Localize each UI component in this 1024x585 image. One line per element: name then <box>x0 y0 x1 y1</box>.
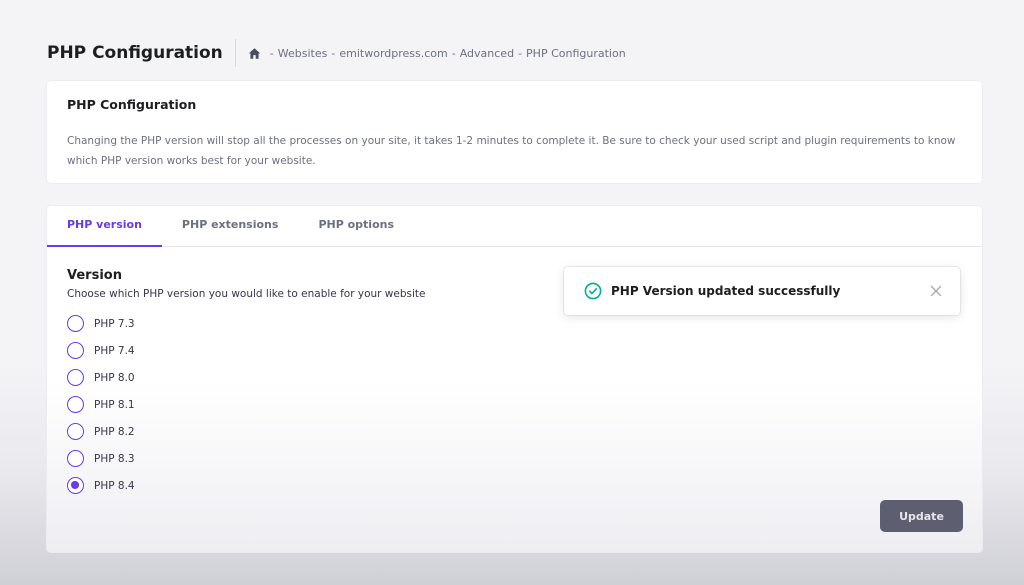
info-card-text: Changing the PHP version will stop all t… <box>67 135 956 167</box>
radio-label: PHP 8.2 <box>94 425 135 438</box>
update-button[interactable]: Update <box>880 500 963 532</box>
radio-label: PHP 7.3 <box>94 317 135 330</box>
radio-option-php-8-1[interactable]: PHP 8.1 <box>67 391 135 418</box>
info-card: PHP Configuration Changing the PHP versi… <box>47 81 982 183</box>
radio-option-php-8-4[interactable]: PHP 8.4 <box>67 472 135 499</box>
breadcrumb-item-advanced[interactable]: Advanced <box>460 47 514 60</box>
radio-label: PHP 8.4 <box>94 479 135 492</box>
check-circle-icon <box>584 282 602 300</box>
home-icon[interactable] <box>248 47 261 60</box>
radio-option-php-8-0[interactable]: PHP 8.0 <box>67 364 135 391</box>
breadcrumb-separator: - <box>451 46 456 60</box>
php-settings-card: PHP version PHP extensions PHP options V… <box>47 206 982 552</box>
header-divider <box>234 39 236 67</box>
page-title: PHP Configuration <box>47 43 223 63</box>
radio-option-php-8-3[interactable]: PHP 8.3 <box>67 445 135 472</box>
radio-button[interactable] <box>67 315 84 332</box>
success-toast: PHP Version updated successfully <box>564 267 960 315</box>
radio-option-php-8-2[interactable]: PHP 8.2 <box>67 418 135 445</box>
breadcrumb: - Websites - emitwordpress.com - Advance… <box>248 47 626 60</box>
breadcrumb-separator: - <box>269 46 274 60</box>
radio-button[interactable] <box>67 342 84 359</box>
radio-option-php-7-3[interactable]: PHP 7.3 <box>67 310 135 337</box>
radio-label: PHP 8.0 <box>94 371 135 384</box>
breadcrumb-separator: - <box>518 46 523 60</box>
tab-bar: PHP version PHP extensions PHP options <box>47 206 982 247</box>
tab-php-extensions[interactable]: PHP extensions <box>162 206 299 246</box>
php-version-radio-group: PHP 7.3 PHP 7.4 PHP 8.0 PHP 8.1 PHP 8.2 … <box>67 310 135 499</box>
page-header: PHP Configuration - Websites - emitwordp… <box>47 38 626 68</box>
tab-php-options[interactable]: PHP options <box>298 206 414 246</box>
close-icon[interactable] <box>930 285 942 297</box>
radio-option-php-7-4[interactable]: PHP 7.4 <box>67 337 135 364</box>
version-description: Choose which PHP version you would like … <box>67 288 426 300</box>
radio-button[interactable] <box>67 450 84 467</box>
toast-message: PHP Version updated successfully <box>611 284 841 298</box>
version-heading: Version <box>67 268 122 283</box>
radio-label: PHP 7.4 <box>94 344 135 357</box>
breadcrumb-item-websites[interactable]: Websites <box>278 47 328 60</box>
radio-label: PHP 8.3 <box>94 452 135 465</box>
radio-button[interactable] <box>67 396 84 413</box>
tab-php-version[interactable]: PHP version <box>47 206 162 247</box>
breadcrumb-separator: - <box>331 46 336 60</box>
radio-button[interactable] <box>67 423 84 440</box>
radio-button-selected[interactable] <box>67 477 84 494</box>
info-card-title: PHP Configuration <box>67 97 197 112</box>
page: PHP Configuration - Websites - emitwordp… <box>0 0 1024 585</box>
radio-button[interactable] <box>67 369 84 386</box>
breadcrumb-item-domain[interactable]: emitwordpress.com <box>339 47 447 60</box>
radio-label: PHP 8.1 <box>94 398 135 411</box>
breadcrumb-item-current: PHP Configuration <box>526 46 626 60</box>
